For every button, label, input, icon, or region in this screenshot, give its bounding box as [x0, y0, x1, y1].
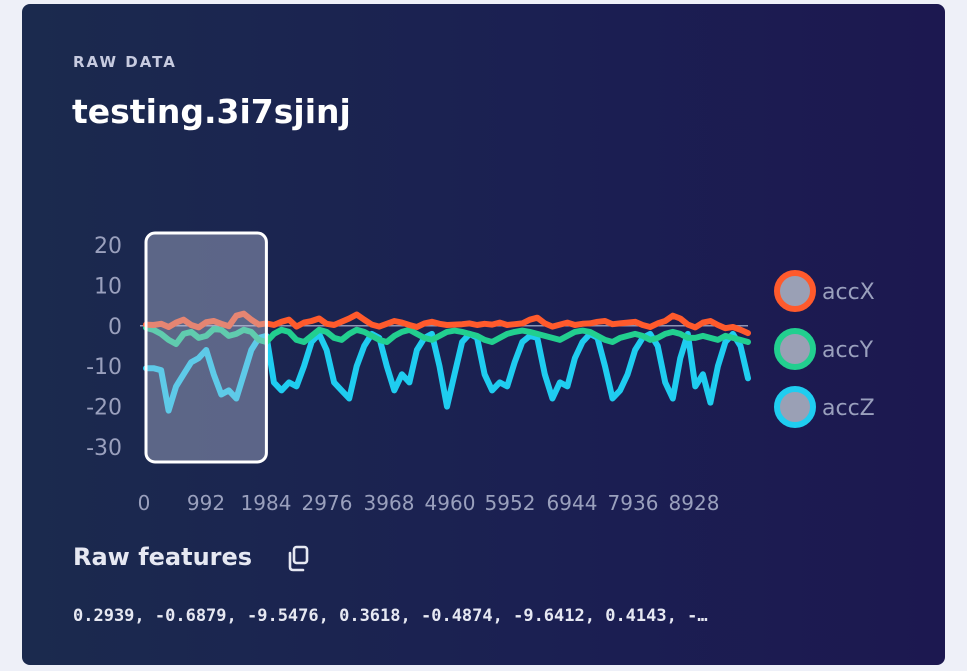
x-tick-label: 6944 — [547, 491, 598, 515]
x-tick-label: 0 — [138, 491, 151, 515]
selection-window — [144, 231, 268, 464]
x-tick-label: 4960 — [425, 491, 476, 515]
x-tick-label: 5952 — [485, 491, 536, 515]
copy-icon[interactable] — [284, 543, 314, 573]
y-tick-label: -20 — [86, 396, 122, 421]
x-tick-label: 7936 — [608, 491, 659, 515]
y-tick-label: 20 — [94, 234, 122, 259]
raw-data-card: RAW DATA testing.3i7sjinj 20 10 0 -10 -20 -30… — [22, 4, 945, 665]
x-tick-label: 1984 — [241, 491, 292, 515]
legend-label: accZ — [822, 396, 875, 421]
raw-features-values: 0.2939, -0.6879, -9.5476, 0.3618, -0.487… — [73, 606, 708, 626]
legend-marker-accZ — [774, 386, 816, 428]
y-tick-label: 10 — [94, 274, 122, 299]
y-tick-label: -10 — [86, 355, 122, 380]
raw-features-title: Raw features — [73, 543, 253, 571]
legend-marker-accX — [774, 270, 816, 312]
legend-marker-accY — [774, 328, 816, 370]
y-tick-label: 0 — [108, 315, 122, 340]
x-tick-label: 8928 — [669, 491, 720, 515]
x-tick-label: 2976 — [302, 491, 353, 515]
raw-data-chart: 20 10 0 -10 -20 -30 0 992 1984 2976 3968 4960 5952 69… — [86, 231, 875, 515]
legend-label: accY — [822, 338, 874, 363]
x-tick-label: 3968 — [364, 491, 415, 515]
legend-label: accX — [822, 280, 875, 305]
y-tick-label: -30 — [86, 436, 122, 461]
x-tick-label: 992 — [187, 491, 225, 515]
